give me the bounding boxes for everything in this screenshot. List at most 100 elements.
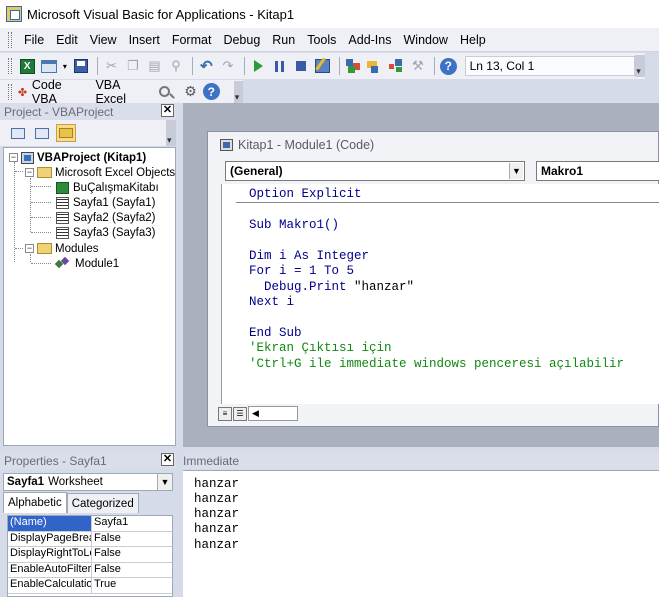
- project-icon: [21, 151, 34, 164]
- property-row[interactable]: (Name) Sayfa1: [8, 516, 172, 532]
- tab-alphabetic[interactable]: Alphabetic: [3, 492, 67, 513]
- code-line: End Sub: [249, 326, 302, 340]
- full-module-view-button[interactable]: ☰: [233, 406, 247, 421]
- menu-edit[interactable]: Edit: [50, 33, 84, 47]
- property-row[interactable]: DisplayRightToLef False: [8, 547, 172, 563]
- help-button-2[interactable]: ?: [202, 83, 220, 100]
- save-button[interactable]: [72, 57, 91, 76]
- menu-format[interactable]: Format: [166, 33, 218, 47]
- redo-button[interactable]: ↷: [219, 57, 238, 76]
- toggle-folders-button[interactable]: [56, 124, 76, 142]
- object-select[interactable]: Sayfa1 Worksheet ▼: [3, 473, 173, 491]
- property-row[interactable]: EnableAutoFilter False: [8, 562, 172, 578]
- paste-button[interactable]: ▤: [145, 57, 164, 76]
- property-row[interactable]: EnableCalculation True: [8, 578, 172, 594]
- procedure-view-icon: ≡: [222, 409, 228, 418]
- property-value[interactable]: Sayfa1: [92, 516, 128, 531]
- tree-node-excel-objects[interactable]: − Microsoft Excel Objects: [25, 165, 175, 180]
- tree-node-modules[interactable]: − Modules: [25, 241, 98, 256]
- project-close-button[interactable]: ✕: [161, 104, 174, 117]
- property-value[interactable]: True: [92, 578, 116, 593]
- copy-button[interactable]: ❐: [124, 57, 143, 76]
- code-comment: 'Ekran Çıktısı için: [249, 341, 392, 355]
- property-value[interactable]: False: [92, 547, 121, 562]
- userform-icon: [40, 59, 57, 73]
- toolbox-button[interactable]: ⚒: [409, 57, 428, 76]
- tree-node-vbaproject[interactable]: − VBAProject (Kitap1): [9, 150, 146, 165]
- project-toolbar-options[interactable]: [166, 120, 176, 146]
- procedure-combo[interactable]: Makro1: [536, 161, 659, 181]
- tab-categorized[interactable]: Categorized: [66, 493, 139, 513]
- folder-icon: [37, 167, 52, 178]
- insert-dropdown-button[interactable]: ▾: [61, 57, 69, 76]
- view-object-icon: [35, 127, 49, 139]
- code-window-titlebar[interactable]: Kitap1 - Module1 (Code): [208, 132, 658, 158]
- menubar-grip[interactable]: [8, 31, 12, 48]
- menu-insert[interactable]: Insert: [123, 33, 166, 47]
- tree-node-sayfa1[interactable]: Sayfa1 (Sayfa1): [56, 195, 155, 210]
- property-row[interactable]: DisplayPageBreak False: [8, 531, 172, 547]
- menu-window[interactable]: Window: [398, 33, 454, 47]
- toolbar-separator: [244, 57, 246, 75]
- code-line: Dim i As Integer: [249, 249, 370, 263]
- toolbar-options-button[interactable]: [635, 55, 645, 77]
- menu-file[interactable]: File: [18, 33, 50, 47]
- worksheet-icon: [56, 226, 69, 239]
- menu-debug[interactable]: Debug: [217, 33, 266, 47]
- view-excel-button[interactable]: X: [18, 57, 37, 76]
- toolbar-grip[interactable]: [8, 58, 12, 74]
- code-vba-icon: ✤: [17, 86, 28, 99]
- properties-window-button[interactable]: [366, 57, 385, 76]
- code-editor[interactable]: Option Explicit Sub Makro1() Dim i As In…: [221, 184, 659, 404]
- settings-button[interactable]: ⚙: [184, 83, 197, 100]
- immediate-output-line: hanzar: [194, 507, 240, 521]
- design-mode-button[interactable]: [314, 57, 333, 76]
- menu-run[interactable]: Run: [266, 33, 301, 47]
- collapse-icon[interactable]: −: [9, 153, 18, 162]
- collapse-icon[interactable]: −: [25, 168, 34, 177]
- break-button[interactable]: [271, 57, 290, 76]
- property-value[interactable]: False: [92, 563, 121, 578]
- scroll-left-icon[interactable]: ◀: [252, 408, 259, 419]
- tree-node-module1[interactable]: Module1: [56, 256, 119, 271]
- vba-excel-button[interactable]: VBA Excel: [95, 78, 149, 106]
- property-name: DisplayRightToLef: [8, 547, 92, 562]
- help-button[interactable]: ?: [439, 57, 458, 76]
- tree-node-sayfa2[interactable]: Sayfa2 (Sayfa2): [56, 210, 155, 225]
- view-object-button[interactable]: [32, 124, 52, 142]
- collapse-icon[interactable]: −: [25, 244, 34, 253]
- tree-line: [14, 162, 15, 262]
- tree-node-workbook[interactable]: BuÇalışmaKitabı: [56, 180, 159, 195]
- property-value[interactable]: False: [92, 532, 121, 547]
- object-browser-button[interactable]: [387, 57, 406, 76]
- undo-button[interactable]: ↶: [197, 57, 216, 76]
- run-button[interactable]: [249, 57, 268, 76]
- tree-node-sayfa3[interactable]: Sayfa3 (Sayfa3): [56, 225, 155, 240]
- object-select-dropdown[interactable]: ▼: [157, 474, 172, 490]
- object-combo-dropdown[interactable]: ▼: [509, 163, 523, 179]
- menu-tools[interactable]: Tools: [301, 33, 342, 47]
- menu-view[interactable]: View: [84, 33, 123, 47]
- find-button[interactable]: ⚲: [167, 57, 186, 76]
- menu-addins[interactable]: Add-Ins: [342, 33, 397, 47]
- properties-close-button[interactable]: ✕: [161, 453, 174, 466]
- vertical-splitter[interactable]: [176, 103, 183, 597]
- insert-userform-button[interactable]: [39, 57, 58, 76]
- search-button[interactable]: [159, 86, 171, 97]
- module-icon: [56, 258, 71, 269]
- horizontal-scrollbar[interactable]: ◀: [248, 406, 298, 421]
- object-combo[interactable]: (General) ▼: [225, 161, 525, 181]
- project-panel-header: Project - VBAProject ✕: [0, 103, 176, 120]
- reset-button[interactable]: [292, 57, 311, 76]
- project-explorer-button[interactable]: [344, 57, 363, 76]
- toolbar-grip[interactable]: [8, 83, 12, 100]
- toolbar2-options-button[interactable]: [233, 80, 243, 103]
- cut-button[interactable]: ✂: [102, 57, 121, 76]
- toolbar-separator: [97, 57, 99, 75]
- menu-help[interactable]: Help: [454, 33, 492, 47]
- procedure-view-button[interactable]: ≡: [218, 406, 232, 421]
- paste-icon: ▤: [148, 58, 161, 73]
- immediate-window[interactable]: hanzar hanzar hanzar hanzar hanzar: [183, 470, 659, 597]
- view-code-button[interactable]: [8, 124, 28, 142]
- code-vba-button[interactable]: ✤ Code VBA: [18, 78, 86, 106]
